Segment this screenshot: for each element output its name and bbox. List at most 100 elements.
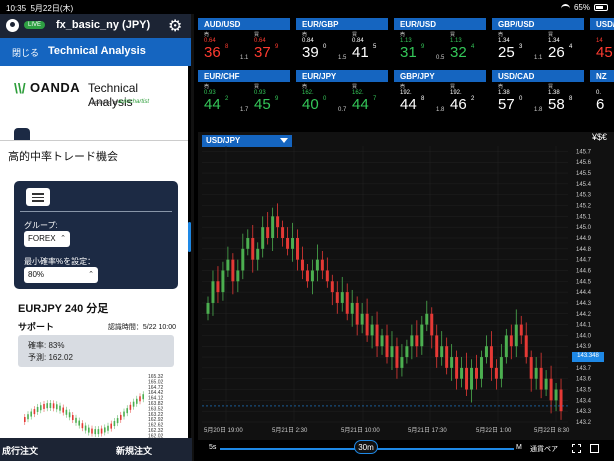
y-tick-label: 144.2 xyxy=(576,312,592,318)
candle-body xyxy=(226,259,230,271)
candle-body xyxy=(390,346,394,358)
y-tick-label: 143.6 xyxy=(576,377,592,383)
wifi-icon xyxy=(560,4,570,11)
sell-big: 44 xyxy=(400,96,417,113)
candle-body xyxy=(559,389,563,412)
candle-body xyxy=(286,238,290,249)
tile-pair: EUR/GBP xyxy=(296,18,388,30)
quote-tile-usd-cad[interactable]: USD/CAD 売買 1.38 57 0 1.38 58 8 1.8 xyxy=(492,70,584,116)
candle-body xyxy=(305,270,309,282)
quote-tiles: AUD/USD 売買 0.64 36 8 0.64 37 9 1.1 EUR/GBP 売買 0.84 3… xyxy=(198,18,614,118)
buy-label: 買 xyxy=(450,32,456,38)
new-order-button[interactable]: 新規注文 xyxy=(116,444,152,457)
quote-tile-gbp-jpy[interactable]: GBP/JPY 売買 192. 44 8 192. 46 2 1.8 xyxy=(394,70,486,116)
candle-body xyxy=(489,346,493,368)
y-tick-label: 144.1 xyxy=(576,323,592,329)
candle-body xyxy=(395,346,399,368)
y-tick-label: 145.6 xyxy=(576,160,592,166)
candle-body xyxy=(479,357,483,379)
buy-big: 44 xyxy=(352,96,369,113)
y-tick-label: 145.0 xyxy=(576,225,592,231)
menu-button[interactable] xyxy=(26,188,50,206)
group-select[interactable]: FOREX ⌃ xyxy=(24,231,70,247)
candle-body xyxy=(206,302,210,314)
candle-body xyxy=(216,281,220,293)
panel-separator xyxy=(191,14,194,461)
candle-body xyxy=(524,335,528,358)
quote-tile-partial[interactable]: USD/14 45 xyxy=(590,18,614,64)
y-tick-label: 143.7 xyxy=(576,366,592,372)
candle-body xyxy=(320,259,324,271)
candle-body xyxy=(256,248,260,260)
account-bar: LIVE fx_basic_ny (JPY) ⚙ xyxy=(0,14,192,38)
y-tick-label: 144.9 xyxy=(576,236,592,242)
quote-tile-eur-chf[interactable]: EUR/CHF 売買 0.93 44 2 0.93 45 9 1.7 xyxy=(198,70,290,116)
candle-body xyxy=(266,227,270,238)
fit-icon[interactable] xyxy=(572,444,581,453)
forecast-row: 予測: 162.02 xyxy=(28,353,73,362)
menu-icon xyxy=(32,200,44,202)
candle-body xyxy=(405,346,409,358)
buy-sup: 4 xyxy=(569,44,573,50)
y-tick-label: 144.6 xyxy=(576,268,592,274)
candle-body xyxy=(430,313,434,336)
candle-body xyxy=(400,357,404,368)
ta-title: Technical Analysis xyxy=(48,45,146,57)
quote-tile-aud-usd[interactable]: AUD/USD 売買 0.64 36 8 0.64 37 9 1.1 xyxy=(198,18,290,64)
buy-sup: 5 xyxy=(373,44,377,50)
fullscreen-icon[interactable] xyxy=(590,444,599,453)
quote-tile-partial[interactable]: NZ 0. 6 xyxy=(590,70,614,116)
pair-select-button[interactable]: 通貨ペア xyxy=(530,444,558,454)
price-chart-area[interactable]: USD/JPY ¥$€ 145.7 145.6 145.5 145.4 145.3 145… xyxy=(198,132,614,440)
timeframe-button[interactable]: 30m xyxy=(354,440,378,454)
candle-body xyxy=(241,248,245,271)
tile-pair: EUR/USD xyxy=(394,18,486,30)
filter-divider xyxy=(20,211,172,212)
tile-pair: EUR/JPY xyxy=(296,70,388,82)
candle-body xyxy=(504,335,508,358)
gear-icon[interactable]: ⚙ xyxy=(168,16,182,36)
x-tick-label: 5月20日 19:00 xyxy=(204,427,243,434)
section-title: 高的中率トレード機会 xyxy=(8,151,118,163)
candle-body xyxy=(440,346,444,358)
candle-body xyxy=(330,281,334,293)
candle-body xyxy=(236,270,240,282)
candle-body xyxy=(355,302,359,325)
quote-tile-eur-gbp[interactable]: EUR/GBP 売買 0.84 39 0 0.84 41 5 1.5 xyxy=(296,18,388,64)
tile-pair: USD/CAD xyxy=(492,70,584,82)
quote-tile-gbp-usd[interactable]: GBP/USD 売買 1.34 25 3 1.34 26 4 1.1 xyxy=(492,18,584,64)
candle-body xyxy=(539,367,543,390)
candlestick-chart[interactable]: 145.7 145.6 145.5 145.4 145.3 145.2 145.1 145.0… xyxy=(198,132,614,440)
candle-body xyxy=(484,346,488,358)
sell-label: 売 xyxy=(302,84,308,90)
panel-tab[interactable] xyxy=(14,128,30,140)
tile-spread: 1.5 xyxy=(338,55,347,61)
user-icon[interactable] xyxy=(6,19,19,32)
quote-tile-eur-usd[interactable]: EUR/USD 売買 1.13 31 9 1.13 32 4 0.5 xyxy=(394,18,486,64)
quote-tile-eur-jpy[interactable]: EUR/JPY 売買 162. 40 0 162. 44 7 0.7 xyxy=(296,70,388,116)
sell-sup: 9 xyxy=(421,44,425,50)
pattern-mini-chart[interactable]: 165.32165.02164.72164.42164.12163.82163.… xyxy=(20,370,180,438)
tile-spread: 0.7 xyxy=(338,107,347,113)
zoom-min-label: 5s xyxy=(209,444,217,451)
candle-body xyxy=(549,378,553,401)
probability-row: 確率: 83% xyxy=(28,341,65,350)
candle-body xyxy=(291,238,295,249)
group-label: グループ: xyxy=(24,221,58,230)
account-name[interactable]: fx_basic_ny (JPY) xyxy=(56,19,150,31)
y-tick-label: 144.8 xyxy=(576,247,592,253)
min-prob-select[interactable]: 80% ⌃ xyxy=(24,267,98,283)
status-right: 65% xyxy=(560,3,608,12)
sell-label: 売 xyxy=(498,84,504,90)
candle-body xyxy=(519,324,523,336)
sell-big: 25 xyxy=(498,44,515,61)
market-order-button[interactable]: 成行注文 xyxy=(2,444,38,457)
candle-body xyxy=(211,281,215,303)
candle-body xyxy=(380,335,384,347)
candle-body xyxy=(544,378,548,390)
oanda-logo-icon: \\/ xyxy=(14,80,26,96)
tile-spread: 1.7 xyxy=(240,107,249,113)
close-button[interactable]: 閉じる xyxy=(12,46,39,59)
tile-pair: NZ xyxy=(590,70,614,82)
y-tick-label: 143.5 xyxy=(576,388,592,394)
